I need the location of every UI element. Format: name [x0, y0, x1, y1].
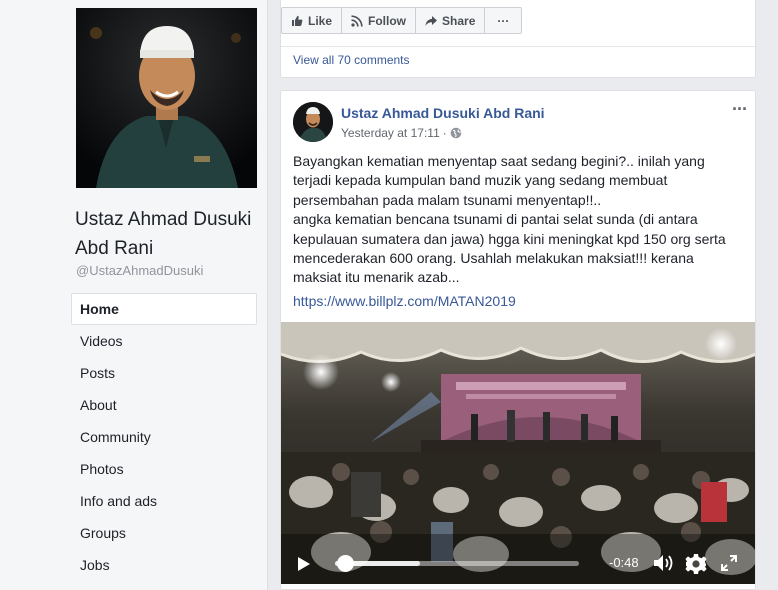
nav-item-jobs[interactable]: Jobs [71, 549, 257, 581]
more-label: ··· [497, 13, 510, 28]
share-button[interactable]: Share [416, 8, 486, 33]
play-icon[interactable] [297, 556, 311, 572]
fullscreen-icon[interactable] [721, 555, 737, 571]
meta-separator: · [442, 126, 447, 140]
post-text: Bayangkan kematian menyentap saat sedang… [293, 152, 749, 288]
author-avatar[interactable] [293, 102, 333, 142]
globe-icon[interactable] [450, 127, 462, 139]
nav-item-photos[interactable]: Photos [71, 453, 257, 485]
follow-button[interactable]: Follow [342, 8, 417, 33]
page-handle[interactable]: @UstazAhmadDusuki [76, 263, 203, 278]
page-name[interactable]: Ustaz Ahmad Dusuki Abd Rani [75, 205, 265, 263]
share-label: Share [442, 13, 476, 28]
more-options-button[interactable]: ··· [485, 8, 521, 33]
post-text-line: maksiat itu menarik azab... [293, 269, 460, 286]
settings-icon[interactable] [685, 553, 707, 575]
like-icon [292, 15, 303, 26]
post-text-line: mencederakan 600 orang. Usahlah melakuka… [293, 250, 694, 267]
page-nav: Home Videos Posts About Community Photos… [71, 293, 257, 581]
share-icon [425, 15, 438, 26]
profile-photo[interactable] [76, 8, 257, 188]
nav-item-info-and-ads[interactable]: Info and ads [71, 485, 257, 517]
nav-item-posts[interactable]: Posts [71, 357, 257, 389]
video-progress-bar[interactable] [335, 555, 579, 572]
follow-label: Follow [368, 13, 407, 28]
nav-item-videos[interactable]: Videos [71, 325, 257, 357]
post-text-line: kepulauan sumatera dan jawa) hgga kini m… [293, 230, 726, 247]
video-player[interactable]: -0:48 [281, 322, 755, 584]
volume-icon[interactable] [653, 553, 675, 573]
video-time-remaining: -0:48 [609, 555, 639, 570]
divider [281, 46, 757, 47]
post-text-line: Bayangkan kematian menyentap saat sedang… [293, 153, 705, 169]
post-text-line: terjadi kepada kumpulan band muzik yang … [293, 172, 668, 189]
post-text-line: angka kematian bencana tsunami di pantai… [293, 211, 698, 228]
post-text-line: persembahan pada malam tsunami menyentap… [293, 191, 602, 208]
post-link[interactable]: https://www.billplz.com/MATAN2019 [293, 293, 516, 309]
left-sidebar: Ustaz Ahmad Dusuki Abd Rani @UstazAhmadD… [0, 0, 268, 590]
nav-item-about[interactable]: About [71, 389, 257, 421]
previous-post-footer: Like Follow Share ··· View all 70 commen… [280, 0, 757, 78]
like-label: Like [308, 13, 333, 28]
post-action-bar: Like Follow Share ··· [281, 7, 523, 34]
post-author[interactable]: Ustaz Ahmad Dusuki Abd Rani [341, 105, 545, 121]
nav-item-community[interactable]: Community [71, 421, 257, 453]
post-meta: Yesterday at 17:11 · [341, 126, 462, 140]
post-options-button[interactable]: ··· [732, 99, 748, 120]
follow-icon [351, 14, 363, 27]
view-all-comments-link[interactable]: View all 70 comments [293, 53, 410, 67]
nav-item-groups[interactable]: Groups [71, 517, 257, 549]
nav-item-home[interactable]: Home [71, 293, 257, 325]
post-card: Ustaz Ahmad Dusuki Abd Rani Yesterday at… [280, 90, 756, 590]
video-controls: -0:48 [281, 544, 755, 584]
video-scrubber-handle[interactable] [336, 555, 354, 572]
like-button[interactable]: Like [282, 8, 343, 33]
post-timestamp[interactable]: Yesterday at 17:11 [341, 126, 440, 140]
